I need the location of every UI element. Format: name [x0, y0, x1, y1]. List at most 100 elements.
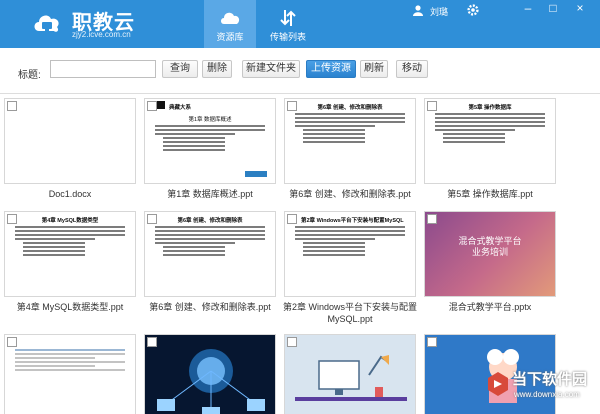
file-thumbnail[interactable] [4, 98, 136, 184]
text-line [163, 145, 225, 147]
text-line [155, 133, 235, 135]
file-thumbnail[interactable]: 第4章 MySQL数据类型 [4, 211, 136, 297]
watermark: 当下软件园 www.downxia.com [484, 366, 594, 410]
file-thumbnail[interactable]: 第6章 创建、修改和删除表 [284, 98, 416, 184]
text-line [295, 230, 405, 232]
text-line [155, 226, 265, 228]
text-line [435, 117, 545, 119]
text-line [15, 226, 125, 228]
slide-title-line-2: 业务培训 [471, 247, 508, 257]
user-icon[interactable] [412, 4, 424, 16]
text-line [295, 113, 405, 115]
text-line [435, 125, 545, 127]
file-thumbnail[interactable]: 第2章 Windows平台下安装与配置MySQL [284, 211, 416, 297]
file-thumbnail[interactable] [284, 334, 416, 414]
select-checkbox[interactable] [427, 101, 437, 111]
gear-icon[interactable] [466, 3, 480, 17]
screenshot-preview [5, 349, 135, 371]
text-line [155, 238, 265, 240]
publisher-logo [245, 171, 267, 177]
file-thumbnail[interactable]: 混合式教学平台 业务培训 [424, 211, 556, 297]
file-name: 第1章 数据库概述.ppt [167, 189, 253, 199]
delete-button[interactable]: 删除 [202, 60, 232, 78]
file-thumbnail[interactable]: 典藏大系 第1章 数据库概述 [144, 98, 276, 184]
text-line [303, 141, 365, 143]
tab-transfer-list-label: 传输列表 [269, 32, 306, 42]
network-illustration [157, 349, 265, 414]
text-line [163, 141, 225, 143]
text-line [443, 141, 505, 143]
text-line [303, 246, 365, 248]
user-name[interactable]: 刘璐 [430, 5, 448, 18]
file-name: Doc1.docx [48, 189, 92, 199]
select-checkbox[interactable] [7, 337, 17, 347]
text-line [295, 125, 375, 127]
query-button[interactable]: 查询 [162, 60, 198, 78]
text-line [295, 234, 405, 236]
select-checkbox[interactable] [287, 214, 297, 224]
tab-resource-library[interactable]: 资源库 [204, 0, 256, 48]
text-line [155, 125, 265, 127]
slide-heading: 第2章 Windows平台下安装与配置MySQL [301, 218, 404, 224]
file-thumbnail[interactable]: 第5章 操作数据库 [424, 98, 556, 184]
refresh-button[interactable]: 刷新 [360, 60, 388, 78]
text-line [23, 250, 85, 252]
desk-illustration [295, 355, 407, 401]
slide-heading: 第6章 创建、修改和删除表 [317, 105, 383, 111]
text-line [303, 133, 365, 135]
text-line [303, 254, 365, 256]
cloud-icon [221, 12, 240, 24]
text-line [163, 149, 225, 151]
select-checkbox[interactable] [287, 101, 297, 111]
text-line [23, 246, 85, 248]
text-line [15, 230, 125, 232]
select-checkbox[interactable] [7, 214, 17, 224]
text-line [295, 117, 405, 119]
tab-resource-library-label: 资源库 [216, 32, 244, 42]
file-thumbnail[interactable]: 第6章 创建、修改和删除表 [144, 211, 276, 297]
text-line [15, 234, 125, 236]
minimize-icon[interactable]: – [516, 0, 540, 18]
slide-title: 混合式教学平台 业务培训 [425, 236, 555, 258]
upload-resource-button[interactable]: 上传资源 [306, 60, 356, 78]
text-line [303, 129, 365, 131]
text-line [155, 242, 235, 244]
app-header: 职教云 zjy2.icve.com.cn 资源库 传输列表 刘璐 – □ × [0, 0, 600, 48]
select-checkbox[interactable] [427, 214, 437, 224]
watermark-text: 当下软件园 [512, 371, 588, 388]
text-line [155, 230, 265, 232]
file-thumbnail[interactable] [4, 334, 136, 414]
file-name: 第4章 MySQL数据类型.ppt [16, 302, 124, 312]
text-line [23, 242, 85, 244]
select-checkbox[interactable] [147, 214, 157, 224]
text-line [303, 242, 365, 244]
close-icon[interactable]: × [568, 0, 592, 18]
text-line [163, 246, 225, 248]
text-line [435, 121, 545, 123]
file-thumbnail[interactable] [144, 334, 276, 414]
file-name: 第2章 Windows平台下安装与配置MySQL.ppt [282, 302, 418, 324]
text-line [163, 137, 225, 139]
select-checkbox[interactable] [147, 101, 157, 111]
text-line [15, 238, 95, 240]
maximize-icon[interactable]: □ [541, 0, 565, 18]
text-line [155, 234, 265, 236]
new-folder-button[interactable]: 新建文件夹 [242, 60, 300, 78]
watermark-url: www.downxia.com [514, 390, 580, 399]
title-search-input[interactable] [50, 60, 156, 78]
move-button[interactable]: 移动 [396, 60, 428, 78]
text-line [155, 129, 265, 131]
slide-heading: 第6章 创建、修改和删除表 [177, 218, 243, 224]
file-name: 第6章 创建、修改和删除表.ppt [289, 189, 411, 199]
slide-subheading: 第1章 数据库概述 [188, 117, 232, 123]
slide-heading: 第5章 操作数据库 [468, 105, 512, 111]
tab-transfer-list[interactable]: 传输列表 [262, 0, 314, 48]
select-checkbox[interactable] [7, 101, 17, 111]
logo-icon [34, 15, 59, 32]
file-name: 第6章 创建、修改和删除表.ppt [149, 302, 271, 312]
text-line [163, 254, 225, 256]
file-name: 第5章 操作数据库.ppt [447, 189, 533, 199]
title-filter-label: 标题: [18, 70, 41, 81]
slide-title-line-1: 混合式教学平台 [458, 236, 522, 246]
file-name: 混合式教学平台.pptx [448, 302, 532, 312]
